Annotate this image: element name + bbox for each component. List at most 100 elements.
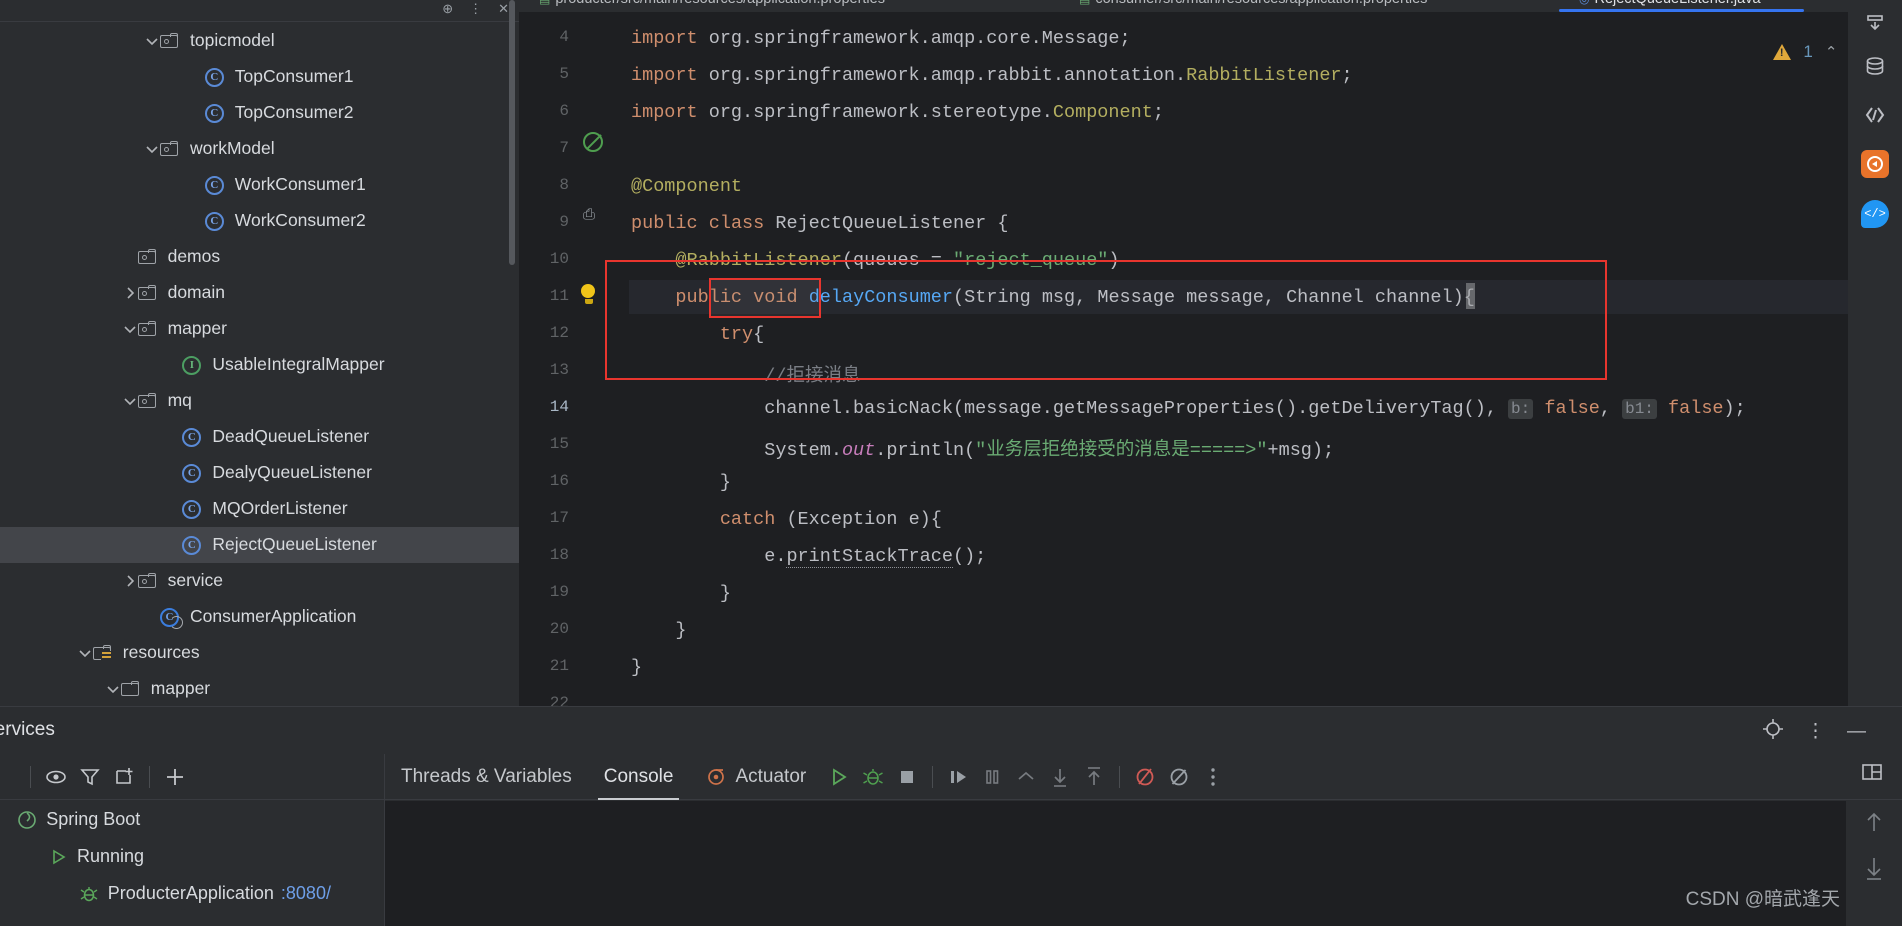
tree-expand-arrow[interactable] xyxy=(122,573,138,589)
tree-item-mqorderlistener[interactable]: C MQOrderListener xyxy=(0,491,519,527)
tree-expand-arrow[interactable] xyxy=(105,681,121,697)
tree-item-mapper[interactable]: mapper xyxy=(0,311,519,347)
tree-item-demos[interactable]: demos xyxy=(0,239,519,275)
add-icon[interactable] xyxy=(158,760,192,794)
code-line-18[interactable]: e.printStackTrace(); xyxy=(631,546,986,568)
tree-item-workconsumer2[interactable]: C WorkConsumer2 xyxy=(0,203,519,239)
more-options-icon[interactable]: ⋮ xyxy=(469,1,482,17)
services-item-producterapplication[interactable]: ProducterApplication:8080/ xyxy=(0,875,385,912)
services-tool-window[interactable]: Services ⋮ — xyxy=(0,706,1902,926)
step-out-icon[interactable] xyxy=(1009,760,1043,794)
tree-item-consumerapplication[interactable]: C ConsumerApplication xyxy=(0,599,519,635)
new-tab-icon[interactable] xyxy=(107,760,141,794)
editor-tab-0[interactable]: ▤ producter/src/main/resources/applicati… xyxy=(539,0,885,12)
services-item-port[interactable]: :8080/ xyxy=(281,883,331,904)
tree-expand-arrow[interactable] xyxy=(166,537,182,553)
tree-expand-arrow[interactable] xyxy=(122,285,138,301)
console-tab-console[interactable]: Console xyxy=(588,754,690,800)
console-tab-bar[interactable]: Threads & Variables Console Actuator xyxy=(385,754,1902,800)
more-icon[interactable] xyxy=(1196,760,1230,794)
override-icon[interactable]: ⎙ xyxy=(583,206,595,223)
sidebar-scrollbar[interactable] xyxy=(509,0,515,265)
right-tool-rail[interactable]: </> xyxy=(1848,0,1902,706)
tree-expand-arrow[interactable] xyxy=(144,609,160,625)
tree-expand-arrow[interactable] xyxy=(189,69,205,85)
close-icon[interactable]: ✕ xyxy=(498,1,509,17)
tree-expand-arrow[interactable] xyxy=(189,177,205,193)
resume-icon[interactable] xyxy=(822,760,856,794)
split-screen-icon[interactable] xyxy=(1860,760,1884,789)
tree-item-topconsumer1[interactable]: C TopConsumer1 xyxy=(0,59,519,95)
tree-expand-arrow[interactable] xyxy=(122,321,138,337)
scroll-down-icon[interactable] xyxy=(1863,854,1885,885)
pause-icon[interactable] xyxy=(975,760,1009,794)
console-tab-threads-variables[interactable]: Threads & Variables xyxy=(385,754,588,800)
code-line-11[interactable]: public void delayConsumer(String msg, Me… xyxy=(631,287,1474,308)
no-usage-icon[interactable] xyxy=(583,132,603,152)
console-output[interactable]: CSDN @暗武逢天 xyxy=(385,801,1902,926)
minimize-icon[interactable]: — xyxy=(1847,721,1866,743)
bulb-icon[interactable] xyxy=(581,284,597,306)
tree-item-resources[interactable]: resources xyxy=(0,635,519,671)
tree-item-dealyqueuelistener[interactable]: C DealyQueueListener xyxy=(0,455,519,491)
code-line-21[interactable]: } xyxy=(631,657,642,678)
tree-item-mapper[interactable]: mapper xyxy=(0,671,519,706)
step-into-icon[interactable] xyxy=(1043,760,1077,794)
mybatisx-icon[interactable] xyxy=(1861,150,1889,178)
filter-icon[interactable] xyxy=(73,760,107,794)
code-line-8[interactable]: @Component xyxy=(631,176,742,197)
tree-item-usableintegralmapper[interactable]: I UsableIntegralMapper xyxy=(0,347,519,383)
tree-item-topicmodel[interactable]: topicmodel xyxy=(0,23,519,59)
tree-item-topconsumer2[interactable]: C TopConsumer2 xyxy=(0,95,519,131)
console-tab-actuator[interactable]: Actuator xyxy=(689,754,822,800)
code-line-13[interactable]: //拒接消息 xyxy=(631,361,860,387)
code-line-12[interactable]: try{ xyxy=(631,324,764,345)
code-line-4[interactable]: import org.springframework.amqp.core.Mes… xyxy=(631,28,1131,49)
mute-breakpoints-icon[interactable] xyxy=(1128,760,1162,794)
code-line-5[interactable]: import org.springframework.amqp.rabbit.a… xyxy=(631,65,1353,86)
tree-expand-arrow[interactable] xyxy=(144,33,160,49)
code-line-16[interactable]: } xyxy=(631,472,731,493)
tree-item-rejectqueuelistener[interactable]: C RejectQueueListener xyxy=(0,527,519,563)
services-left-pane[interactable]: Spring Boot Running ProducterApplication:8… xyxy=(0,754,385,926)
settings-target-icon[interactable] xyxy=(1762,718,1784,745)
tree-item-service[interactable]: service xyxy=(0,563,519,599)
tree-expand-arrow[interactable] xyxy=(166,357,182,373)
more-options-icon[interactable]: ⋮ xyxy=(1806,720,1825,743)
code-line-14[interactable]: channel.basicNack(message.getMessageProp… xyxy=(631,398,1746,419)
tree-item-deadqueuelistener[interactable]: C DeadQueueListener xyxy=(0,419,519,455)
tree-expand-arrow[interactable] xyxy=(77,645,93,661)
code-chat-icon[interactable]: </> xyxy=(1861,200,1889,228)
services-right-pane[interactable]: Threads & Variables Console Actuator CSDN … xyxy=(385,754,1902,926)
code-line-15[interactable]: System.out.println("业务层拒绝接受的消息是=====>"+m… xyxy=(631,435,1334,461)
stop-icon[interactable] xyxy=(890,760,924,794)
services-item-running[interactable]: Running xyxy=(0,838,385,875)
tree-expand-arrow[interactable] xyxy=(189,105,205,121)
code-line-6[interactable]: import org.springframework.stereotype.Co… xyxy=(631,102,1164,123)
prev-problem-icon[interactable]: ⌃ xyxy=(1825,43,1838,61)
project-tool-window[interactable]: ⊕ ⋮ ✕ topicmodel C TopConsumer1 C TopConsume… xyxy=(0,0,519,706)
services-item-spring-boot[interactable]: Spring Boot xyxy=(0,801,385,838)
code-line-19[interactable]: } xyxy=(631,583,731,604)
debug-icon[interactable] xyxy=(856,760,890,794)
project-tree[interactable]: topicmodel C TopConsumer1 C TopConsumer2 work… xyxy=(0,23,519,706)
show-icon[interactable] xyxy=(39,760,73,794)
code-line-17[interactable]: catch (Exception e){ xyxy=(631,509,942,530)
code-line-9[interactable]: public class RejectQueueListener { xyxy=(631,213,1009,234)
code-line-10[interactable]: @RabbitListener(queues = "reject_queue") xyxy=(631,250,1119,271)
scroll-up-icon[interactable] xyxy=(1863,809,1885,840)
tree-expand-arrow[interactable] xyxy=(166,465,182,481)
tree-expand-arrow[interactable] xyxy=(166,429,182,445)
tree-item-workmodel[interactable]: workModel xyxy=(0,131,519,167)
services-toolbar[interactable] xyxy=(0,754,385,800)
services-header-icons[interactable]: ⋮ — xyxy=(1762,718,1866,745)
tree-item-workconsumer1[interactable]: C WorkConsumer1 xyxy=(0,167,519,203)
view-breakpoints-icon[interactable] xyxy=(1162,760,1196,794)
services-tree[interactable]: Spring Boot Running ProducterApplication:8… xyxy=(0,801,385,912)
tree-expand-arrow[interactable] xyxy=(144,141,160,157)
tree-expand-arrow[interactable] xyxy=(122,249,138,265)
tree-item-mq[interactable]: mq xyxy=(0,383,519,419)
tree-expand-arrow[interactable] xyxy=(122,393,138,409)
tree-expand-arrow[interactable] xyxy=(189,213,205,229)
console-side-buttons[interactable] xyxy=(1846,801,1902,926)
